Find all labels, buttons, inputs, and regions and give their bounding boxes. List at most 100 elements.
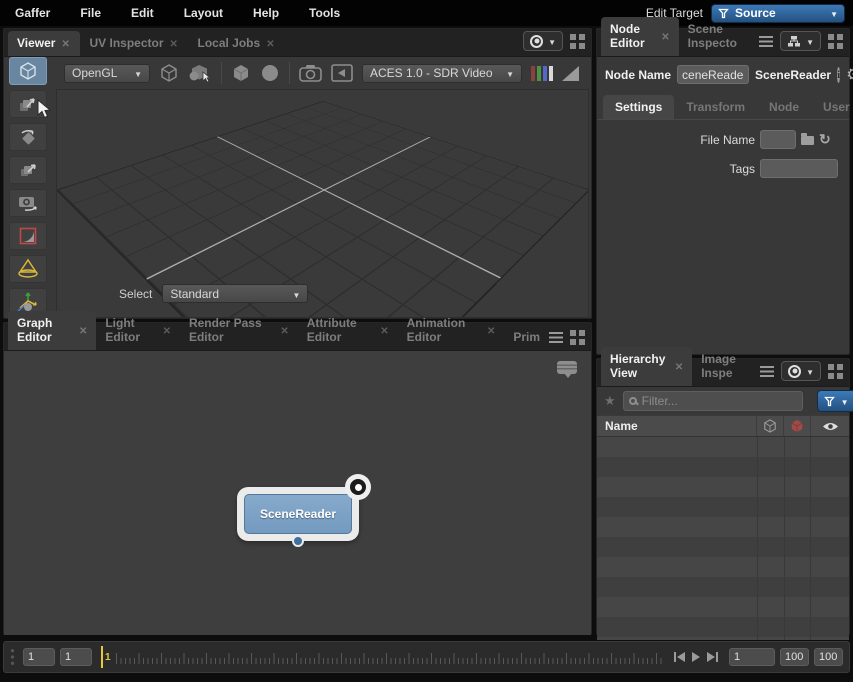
layout-menu-icon[interactable] (828, 364, 843, 379)
menu-icon[interactable] (549, 332, 563, 343)
tab-node[interactable]: Node (757, 95, 811, 119)
renderer-dropdown[interactable]: OpenGL (64, 64, 150, 83)
expansion-mode-icon[interactable] (188, 63, 212, 83)
close-icon[interactable] (79, 323, 87, 337)
select-mode-dropdown[interactable]: Standard (162, 284, 308, 303)
tab-graph-editor[interactable]: Graph Editor (8, 311, 96, 350)
shading-sphere-icon[interactable] (260, 63, 280, 83)
display-transform-value: ACES 1.0 - SDR Video (370, 66, 493, 80)
tab-node-editor-label: Node Editor (610, 22, 655, 50)
hierarchy-rows[interactable] (597, 437, 849, 640)
folder-icon[interactable] (801, 136, 814, 145)
gear-icon[interactable] (846, 66, 853, 83)
menu-icon[interactable] (760, 366, 774, 377)
close-icon[interactable] (380, 323, 388, 337)
file-name-input[interactable] (760, 130, 796, 149)
camera-tool-button[interactable] (9, 189, 47, 217)
info-icon[interactable] (837, 67, 840, 83)
light-tool-button[interactable] (9, 255, 47, 283)
bookmark-star-icon[interactable] (604, 393, 616, 409)
close-icon[interactable] (170, 36, 180, 50)
end-frame-field-2[interactable] (814, 648, 843, 666)
display-transform-dropdown[interactable]: ACES 1.0 - SDR Video (362, 64, 522, 83)
tab-render-pass-editor[interactable]: Render Pass Editor (180, 311, 298, 350)
chevron-down-icon (126, 66, 142, 80)
filter-search-box[interactable] (623, 391, 803, 411)
layout-menu-icon[interactable] (828, 34, 843, 49)
chevron-down-icon (830, 6, 838, 20)
playhead[interactable]: 1 (101, 646, 111, 668)
node-name-input[interactable] (677, 65, 749, 84)
node-graph-canvas[interactable]: SceneReader (4, 351, 591, 635)
menu-edit[interactable]: Edit (116, 6, 169, 20)
shaded-cube-icon[interactable] (231, 63, 251, 83)
tab-scene-inspector[interactable]: Scene Inspecto (679, 17, 759, 56)
menu-tools[interactable]: Tools (294, 6, 355, 20)
tab-local-jobs[interactable]: Local Jobs (189, 31, 286, 56)
timeline-scrubber[interactable] (116, 646, 663, 668)
exposure-gamma-icon[interactable] (562, 66, 579, 81)
tab-attribute-editor[interactable]: Attribute Editor (298, 311, 398, 350)
viewer-tool-strip (9, 57, 55, 316)
scale-tool-button[interactable] (9, 156, 47, 184)
rotate-tool-button[interactable] (9, 123, 47, 151)
jump-to-end-button[interactable] (707, 652, 718, 662)
viewer-focus-menu[interactable] (523, 31, 563, 51)
tab-node-editor[interactable]: Node Editor (601, 17, 679, 56)
close-icon[interactable] (266, 36, 276, 50)
menu-file[interactable]: File (65, 6, 116, 20)
renderer-dropdown-value: OpenGL (72, 66, 117, 80)
image-plane-icon[interactable] (331, 64, 353, 82)
annotation-bubble-icon[interactable] (557, 361, 577, 374)
tab-scene-inspector-label: Scene Inspecto (688, 22, 750, 50)
close-icon[interactable] (487, 323, 495, 337)
scene-filter-dropdown[interactable] (817, 390, 853, 412)
tab-transform[interactable]: Transform (674, 95, 757, 119)
tab-image-inspector[interactable]: Image Inspe (692, 347, 760, 386)
drag-handle[interactable] (10, 648, 15, 666)
close-icon[interactable] (661, 29, 669, 43)
viewport-3d[interactable]: Select Standard (56, 89, 589, 318)
scene-reader-node[interactable]: SceneReader (237, 487, 359, 541)
tab-prim-truncated[interactable]: Prim (504, 325, 549, 350)
node-output-port[interactable] (292, 535, 304, 547)
tab-hierarchy-view[interactable]: Hierarchy View (601, 347, 692, 386)
tags-input[interactable] (760, 159, 838, 178)
play-button[interactable] (692, 652, 700, 662)
close-icon[interactable] (163, 323, 171, 337)
hierarchy-pin-menu[interactable] (781, 361, 821, 381)
node-editor-pin-menu[interactable] (780, 31, 821, 51)
menu-help[interactable]: Help (238, 6, 294, 20)
drawing-mode-icon[interactable] (159, 63, 179, 83)
refresh-icon[interactable] (819, 132, 831, 147)
crop-window-tool-button[interactable] (9, 222, 47, 250)
jump-to-start-button[interactable] (674, 652, 685, 662)
playhead-line[interactable] (101, 646, 103, 668)
tab-user[interactable]: User (811, 95, 853, 119)
channel-rgb-icon[interactable] (531, 66, 553, 81)
tab-uv-inspector[interactable]: UV Inspector (80, 31, 188, 56)
menu-icon[interactable] (759, 36, 773, 47)
close-icon[interactable] (675, 359, 683, 373)
tab-animation-editor[interactable]: Animation Editor (398, 311, 505, 350)
end-frame-field[interactable] (780, 648, 809, 666)
tab-viewer[interactable]: Viewer (8, 31, 80, 56)
tab-settings[interactable]: Settings (603, 95, 674, 119)
close-icon[interactable] (280, 323, 288, 337)
frame-number-field[interactable] (729, 648, 775, 666)
scene-reader-node-body[interactable]: SceneReader (244, 494, 352, 534)
layout-menu-icon[interactable] (570, 330, 585, 345)
current-frame-field[interactable] (60, 648, 92, 666)
select-tool-button[interactable] (9, 57, 47, 85)
close-icon[interactable] (61, 36, 71, 50)
focus-ring-icon[interactable] (345, 474, 371, 500)
menu-layout[interactable]: Layout (169, 6, 238, 20)
filter-input[interactable] (642, 394, 797, 408)
tab-light-editor[interactable]: Light Editor (96, 311, 180, 350)
target-icon (530, 35, 543, 48)
layout-menu-icon[interactable] (570, 34, 585, 49)
menu-gaffer[interactable]: Gaffer (0, 6, 65, 20)
start-frame-field[interactable] (23, 648, 55, 666)
tags-row: Tags (597, 159, 849, 178)
camera-icon[interactable] (299, 64, 322, 82)
